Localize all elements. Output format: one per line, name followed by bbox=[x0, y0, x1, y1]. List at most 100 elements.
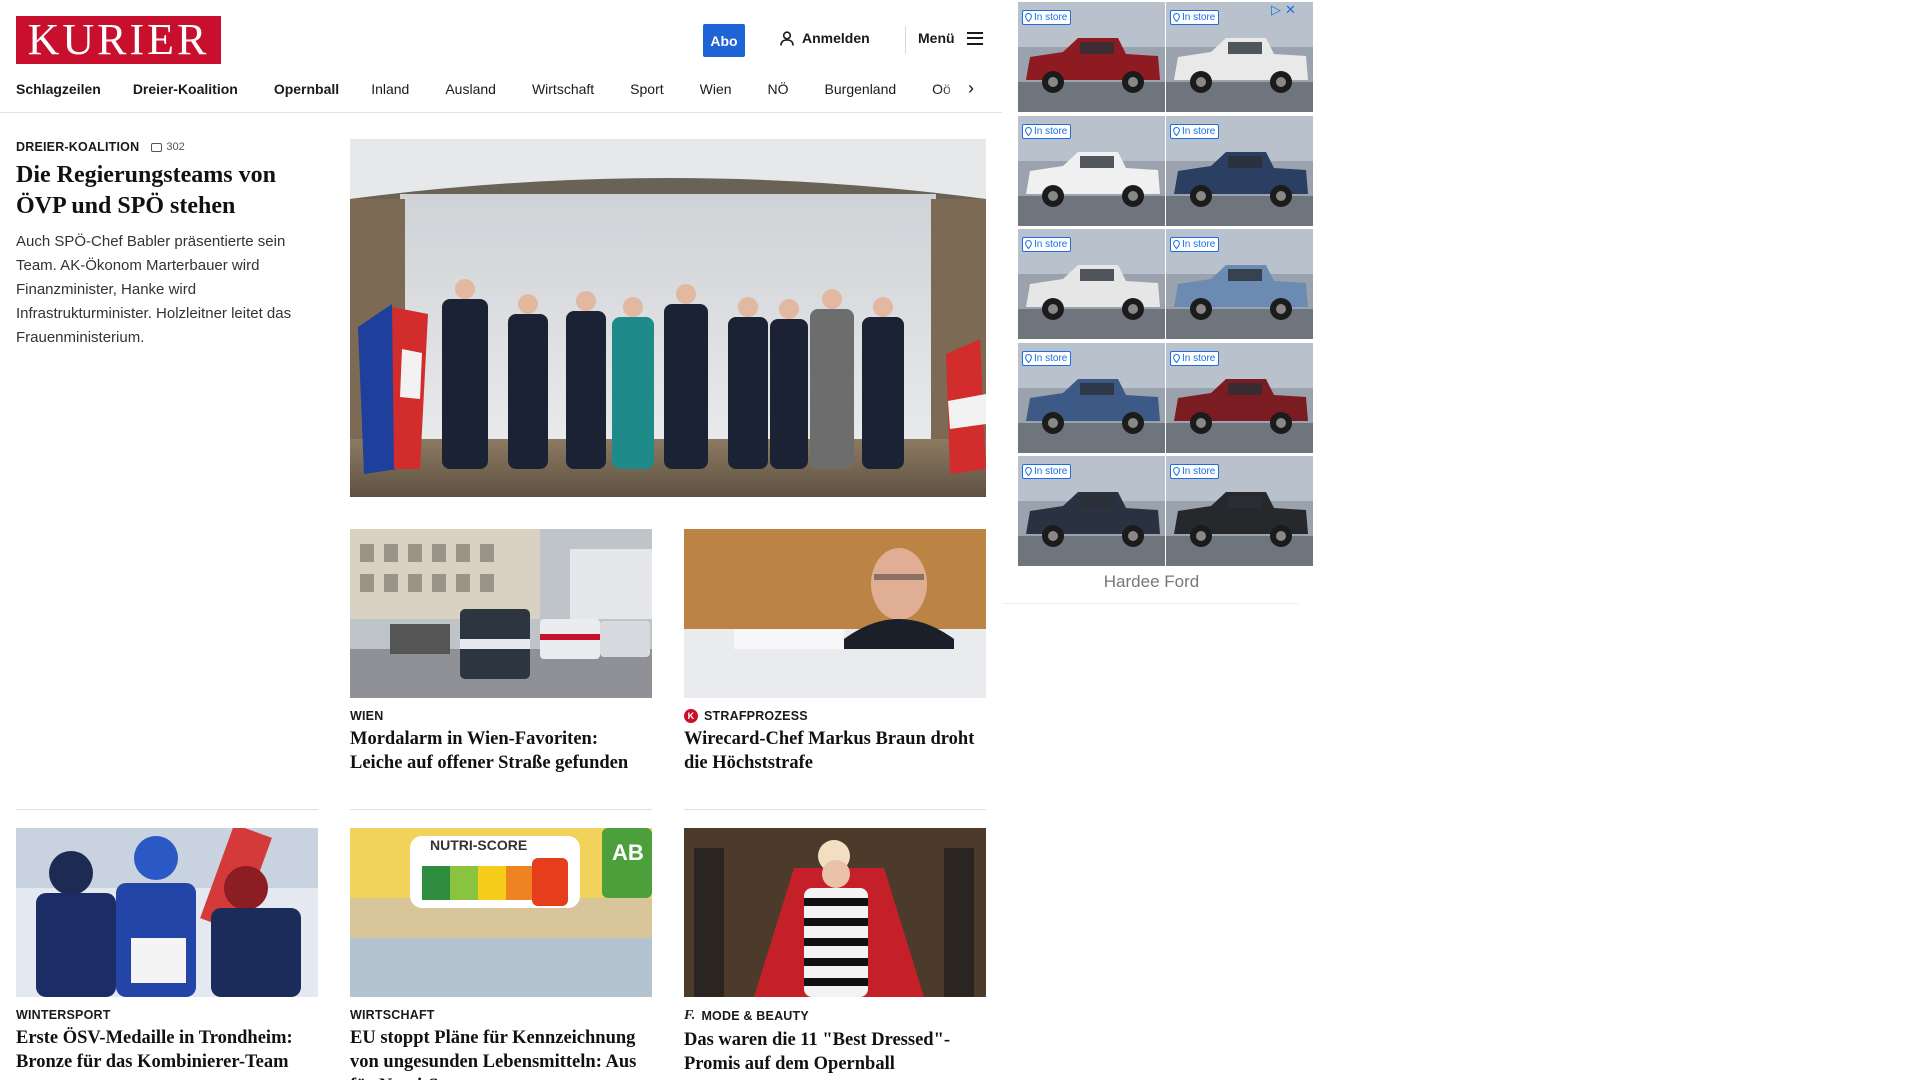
adchoices-icon[interactable]: ▷ bbox=[1271, 2, 1281, 18]
location-pin-icon bbox=[1173, 240, 1180, 249]
teaser-card[interactable]: WINTERSPORT Erste ÖSV-Medaille in Trondh… bbox=[16, 828, 318, 1074]
kurier-logo[interactable]: KURIER bbox=[16, 16, 221, 64]
teaser-kicker[interactable]: WIRTSCHAFT bbox=[350, 1008, 652, 1022]
teaser-headline[interactable]: Erste ÖSV-Medaille in Trondheim: Bronze … bbox=[16, 1026, 318, 1074]
kicker-label: WINTERSPORT bbox=[16, 1008, 111, 1022]
kurier-plus-icon: K bbox=[684, 709, 698, 723]
nav-item-ausland[interactable]: Ausland bbox=[445, 81, 532, 97]
header-divider bbox=[905, 26, 906, 54]
abo-button[interactable]: Abo bbox=[703, 24, 745, 57]
teaser-card[interactable]: WIEN Mordalarm in Wien-Favoriten: Leiche… bbox=[350, 529, 652, 775]
nav-item-inland[interactable]: Inland bbox=[371, 81, 445, 97]
freizeit-icon: f. bbox=[684, 1008, 696, 1023]
ad-product-tile[interactable]: In store bbox=[1166, 229, 1313, 339]
user-icon bbox=[780, 30, 794, 46]
government-team-photo bbox=[350, 139, 986, 497]
teaser-headline[interactable]: Wirecard-Chef Markus Braun droht die Höc… bbox=[684, 727, 986, 775]
teaser-kicker[interactable]: K STRAFPROZESS bbox=[684, 709, 986, 723]
in-store-badge: In store bbox=[1170, 237, 1220, 252]
location-pin-icon bbox=[1173, 354, 1180, 363]
in-store-label: In store bbox=[1182, 126, 1216, 137]
teaser-card[interactable]: f. MODE & BEAUTY Das waren die 11 "Best … bbox=[684, 828, 986, 1076]
teaser-card[interactable]: K STRAFPROZESS Wirecard-Chef Markus Brau… bbox=[684, 529, 986, 775]
in-store-badge: In store bbox=[1170, 464, 1220, 479]
in-store-label: In store bbox=[1182, 353, 1216, 364]
in-store-badge: In store bbox=[1170, 351, 1220, 366]
ad-advertiser-name[interactable]: Hardee Ford bbox=[1003, 564, 1300, 604]
login-button[interactable]: Anmelden bbox=[780, 30, 870, 46]
divider bbox=[684, 809, 986, 810]
nav-item-opernball[interactable]: Opernball bbox=[274, 81, 375, 97]
teaser-image[interactable] bbox=[16, 828, 318, 997]
menu-button[interactable]: Menü bbox=[918, 30, 983, 46]
teaser-headline[interactable]: Das waren die 11 "Best Dressed"-Promis a… bbox=[684, 1028, 986, 1076]
in-store-label: In store bbox=[1034, 353, 1068, 364]
location-pin-icon bbox=[1025, 354, 1032, 363]
nav-scroll-right-icon[interactable]: › bbox=[968, 78, 974, 98]
nav-item-dreier-koalition[interactable]: Dreier-Koalition bbox=[133, 81, 274, 97]
divider bbox=[350, 809, 652, 810]
nav-item-noe[interactable]: NÖ bbox=[768, 81, 825, 97]
kicker-label: STRAFPROZESS bbox=[704, 709, 808, 723]
ad-product-tile[interactable]: In store bbox=[1166, 343, 1313, 453]
teaser-headline[interactable]: EU stoppt Pläne für Kennzeichnung von un… bbox=[350, 1026, 652, 1080]
ad-product-tile[interactable]: In store bbox=[1166, 116, 1313, 226]
comment-icon bbox=[151, 142, 163, 152]
nav-item-sport[interactable]: Sport bbox=[630, 81, 699, 97]
teaser-image[interactable] bbox=[684, 529, 986, 698]
nav-divider-line bbox=[0, 112, 1002, 113]
in-store-label: In store bbox=[1034, 239, 1068, 250]
ad-product-tile[interactable]: In store bbox=[1018, 116, 1165, 226]
location-pin-icon bbox=[1025, 240, 1032, 249]
ad-close-icon[interactable]: ✕ bbox=[1285, 2, 1296, 18]
ad-product-tile[interactable]: In store bbox=[1018, 229, 1165, 339]
kicker-label: MODE & BEAUTY bbox=[701, 1009, 809, 1023]
location-pin-icon bbox=[1025, 127, 1032, 136]
in-store-label: In store bbox=[1034, 466, 1068, 477]
teaser-kicker[interactable]: f. MODE & BEAUTY bbox=[684, 1008, 986, 1024]
nav-item-wien[interactable]: Wien bbox=[700, 81, 768, 97]
nutri-score-heading: NUTRI-SCORE bbox=[430, 837, 527, 853]
comment-count-value: 302 bbox=[166, 141, 185, 153]
teaser-image[interactable] bbox=[684, 828, 986, 997]
comment-count[interactable]: 302 bbox=[151, 141, 185, 153]
lead-kicker[interactable]: DREIER-KOALITION bbox=[16, 140, 139, 154]
lead-kicker-row: DREIER-KOALITION 302 bbox=[16, 140, 185, 154]
in-store-label: In store bbox=[1034, 126, 1068, 137]
kicker-label: WIRTSCHAFT bbox=[350, 1008, 435, 1022]
menu-label: Menü bbox=[918, 30, 955, 46]
lead-image[interactable] bbox=[350, 139, 986, 497]
in-store-badge: In store bbox=[1022, 124, 1072, 139]
ad-product-tile[interactable]: In store bbox=[1018, 343, 1165, 453]
teaser-kicker[interactable]: WINTERSPORT bbox=[16, 1008, 318, 1022]
ad-product-tile[interactable]: In store bbox=[1166, 2, 1313, 112]
teaser-headline[interactable]: Mordalarm in Wien-Favoriten: Leiche auf … bbox=[350, 727, 652, 775]
in-store-badge: In store bbox=[1022, 351, 1072, 366]
ad-product-tile[interactable]: In store bbox=[1166, 456, 1313, 566]
location-pin-icon bbox=[1025, 467, 1032, 476]
teaser-image[interactable]: NUTRI-SCORE AB bbox=[350, 828, 652, 997]
in-store-badge: In store bbox=[1022, 464, 1072, 479]
in-store-badge: In store bbox=[1170, 124, 1220, 139]
nav-item-wirtschaft[interactable]: Wirtschaft bbox=[532, 81, 630, 97]
section-nav: Schlagzeilen Dreier-Koalition Opernball … bbox=[16, 78, 982, 100]
location-pin-icon bbox=[1173, 467, 1180, 476]
nav-item-burgenland[interactable]: Burgenland bbox=[825, 81, 933, 97]
ad-product-tile[interactable]: In store bbox=[1018, 2, 1165, 112]
nav-fade bbox=[940, 76, 985, 102]
location-pin-icon bbox=[1173, 13, 1180, 22]
location-pin-icon bbox=[1173, 127, 1180, 136]
teaser-kicker[interactable]: WIEN bbox=[350, 709, 652, 723]
teaser-card[interactable]: NUTRI-SCORE AB WIRTSCHAFT EU stoppt Plän… bbox=[350, 828, 652, 1080]
teaser-image[interactable] bbox=[350, 529, 652, 698]
lead-headline[interactable]: Die Regierungsteams von ÖVP und SPÖ steh… bbox=[16, 160, 316, 222]
nav-item-schlagzeilen[interactable]: Schlagzeilen bbox=[16, 81, 137, 97]
in-store-badge: In store bbox=[1022, 10, 1072, 25]
ad-product-tile[interactable]: In store bbox=[1018, 456, 1165, 566]
ad-choices[interactable]: ▷ ✕ bbox=[1271, 2, 1296, 18]
in-store-badge: In store bbox=[1170, 10, 1220, 25]
in-store-label: In store bbox=[1182, 466, 1216, 477]
in-store-label: In store bbox=[1182, 239, 1216, 250]
hamburger-icon bbox=[966, 31, 983, 45]
in-store-badge: In store bbox=[1022, 237, 1072, 252]
